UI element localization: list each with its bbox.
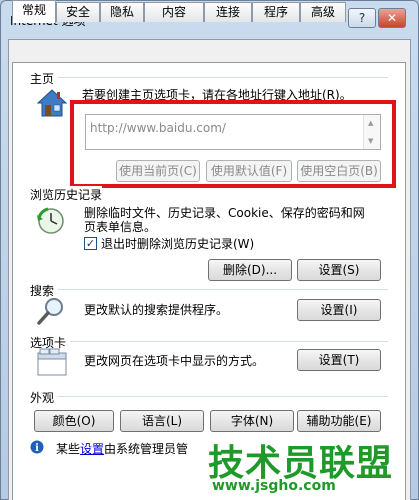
house-icon: [36, 88, 68, 121]
notice-suffix: 由系统管理员管: [104, 442, 189, 456]
admin-managed-notice: 某些设置由系统管理员管: [56, 440, 188, 457]
settings-link[interactable]: 设置: [80, 442, 104, 456]
notice-prefix: 某些: [56, 442, 81, 456]
search-settings-button[interactable]: 设置(I): [297, 299, 381, 321]
magnifier-icon: [36, 296, 68, 329]
home-separator: [58, 77, 388, 78]
close-button[interactable]: ✕: [378, 8, 406, 28]
info-icon: i: [30, 440, 44, 457]
tab-content[interactable]: 内容: [144, 2, 204, 22]
watermark-url: www.jsgho.com: [212, 478, 336, 494]
colors-button[interactable]: 颜色(O): [34, 410, 114, 432]
search-description: 更改默认的搜索提供程序。: [84, 303, 229, 317]
tab-security[interactable]: 安全: [56, 2, 100, 22]
accessibility-button[interactable]: 辅助功能(E): [297, 410, 381, 432]
delete-on-exit-checkbox[interactable]: ✓: [84, 237, 97, 250]
history-settings-button[interactable]: 设置(S): [297, 259, 381, 281]
history-section-label: 浏览历史记录: [30, 186, 103, 203]
help-button[interactable]: ?: [348, 8, 376, 28]
tab-privacy[interactable]: 隐私: [100, 2, 144, 22]
fonts-button[interactable]: 字体(N): [210, 410, 294, 432]
tabbed-window-icon: [36, 347, 68, 380]
history-description-line2: 页表单信息。: [84, 220, 157, 234]
delete-history-button[interactable]: 删除(D)...: [208, 259, 292, 281]
tab-advanced[interactable]: 高级: [300, 2, 346, 22]
tab-programs[interactable]: 程序: [252, 2, 300, 22]
tabs-separator: [70, 341, 388, 342]
tab-general[interactable]: 常规: [12, 0, 56, 23]
svg-text:i: i: [35, 443, 39, 454]
appearance-section-label: 外观: [30, 391, 55, 405]
tab-connections[interactable]: 连接: [204, 2, 252, 22]
tabs-settings-button[interactable]: 设置(T): [297, 349, 381, 371]
tabs-description: 更改网页在选项卡中显示的方式。: [84, 354, 265, 368]
delete-on-exit-label[interactable]: 退出时删除浏览历史记录(W): [101, 236, 254, 252]
languages-button[interactable]: 语言(L): [120, 410, 204, 432]
history-clock-icon: [36, 206, 68, 239]
home-section-label: 主页: [30, 72, 55, 86]
search-separator: [58, 289, 388, 290]
highlight-box: [70, 100, 396, 188]
appearance-separator: [58, 396, 388, 397]
